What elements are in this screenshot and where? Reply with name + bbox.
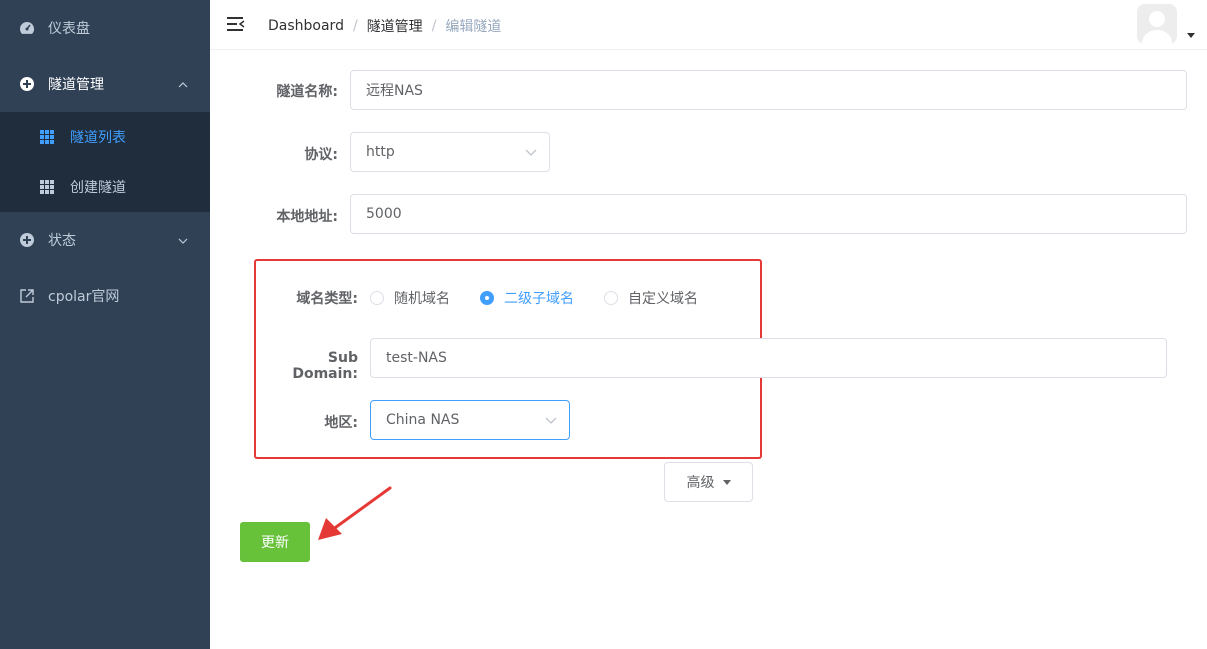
protocol-value: http (366, 144, 395, 160)
sub-domain-label: Sub Domain: (292, 350, 358, 382)
sidebar-item-label: 状态 (48, 233, 76, 249)
submenu-item-label: 隧道列表 (70, 130, 126, 146)
radio-subdomain[interactable]: 二级子域名 (480, 288, 574, 308)
hamburger-icon[interactable] (227, 16, 245, 32)
sidebar-item-cpolar-site[interactable]: cpolar官网 (0, 268, 210, 324)
caret-down-icon (722, 479, 731, 485)
breadcrumb: Dashboard / 隧道管理 / 编辑隧道 (268, 16, 501, 36)
tunnel-name-value: 远程NAS (366, 83, 423, 99)
radio-label: 随机域名 (394, 291, 450, 307)
sidebar-item-create-tunnel[interactable]: 创建隧道 (0, 162, 210, 212)
grid-icon (40, 180, 54, 194)
protocol-label: 协议: (304, 147, 338, 163)
avatar-dropdown-caret-icon[interactable] (1187, 33, 1195, 38)
local-address-label: 本地地址: (276, 209, 338, 225)
sidebar: 仪表盘 隧道管理 隧道列表 创建隧道 状态 cpolar官网 (0, 0, 210, 649)
chevron-down-icon (525, 146, 537, 158)
top-navbar: Dashboard / 隧道管理 / 编辑隧道 (210, 0, 1207, 50)
tunnel-manage-icon (19, 76, 35, 92)
sidebar-item-label: cpolar官网 (48, 289, 120, 305)
domain-type-label: 域名类型: (296, 291, 358, 307)
dashboard-icon (19, 20, 35, 36)
chevron-down-icon (545, 414, 557, 426)
sub-domain-value: test-NAS (386, 350, 447, 366)
update-button[interactable]: 更新 (240, 522, 310, 562)
chevron-down-icon (178, 232, 188, 248)
advanced-button[interactable]: 高级 (664, 462, 753, 502)
radio-circle (604, 291, 618, 305)
tunnel-submenu: 隧道列表 创建隧道 (0, 112, 210, 212)
sidebar-item-status[interactable]: 状态 (0, 212, 210, 268)
breadcrumb-dashboard[interactable]: Dashboard (268, 18, 344, 34)
local-address-value: 5000 (366, 206, 402, 222)
radio-circle (480, 291, 494, 305)
breadcrumb-tunnel-manage[interactable]: 隧道管理 (367, 16, 423, 36)
breadcrumb-separator: / (431, 18, 437, 34)
avatar[interactable] (1137, 4, 1177, 44)
tunnel-name-input[interactable]: 远程NAS (350, 70, 1187, 110)
chevron-up-icon (178, 76, 188, 92)
radio-label: 二级子域名 (504, 291, 574, 307)
breadcrumb-separator: / (352, 18, 358, 34)
sidebar-item-label: 隧道管理 (48, 77, 104, 93)
sub-domain-input[interactable]: test-NAS (370, 338, 1167, 378)
sidebar-item-dashboard[interactable]: 仪表盘 (0, 0, 210, 56)
tunnel-name-label: 隧道名称: (276, 84, 338, 100)
annotation-arrow-icon (318, 486, 392, 540)
update-button-label: 更新 (261, 535, 289, 551)
protocol-select[interactable]: http (350, 132, 550, 172)
local-address-input[interactable]: 5000 (350, 194, 1187, 234)
submenu-item-label: 创建隧道 (70, 180, 126, 196)
radio-circle (370, 291, 384, 305)
region-select[interactable]: China NAS (370, 400, 570, 440)
sidebar-item-label: 仪表盘 (48, 21, 90, 37)
radio-random-domain[interactable]: 随机域名 (370, 288, 450, 308)
breadcrumb-edit-tunnel: 编辑隧道 (445, 19, 502, 35)
grid-icon (40, 130, 54, 144)
region-value: China NAS (386, 412, 460, 428)
external-link-icon (19, 288, 35, 304)
sidebar-item-tunnel-manage[interactable]: 隧道管理 (0, 56, 210, 112)
status-icon (19, 232, 35, 248)
advanced-button-label: 高级 (686, 475, 715, 491)
radio-label: 自定义域名 (628, 291, 698, 307)
region-label: 地区: (324, 415, 358, 431)
radio-custom-domain[interactable]: 自定义域名 (604, 288, 698, 308)
sidebar-item-tunnel-list[interactable]: 隧道列表 (0, 112, 210, 162)
